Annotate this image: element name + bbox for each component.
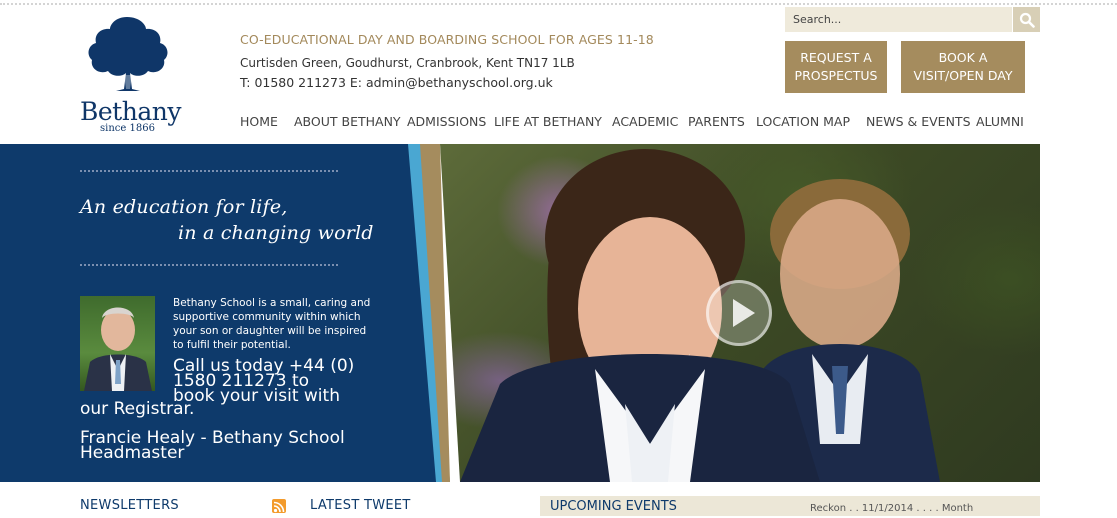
- call-us-text: Call us today +44 (0) 1580 211273 to boo…: [173, 358, 373, 406]
- school-intro-text: Bethany School is a small, caring and su…: [173, 297, 371, 351]
- school-tagline: CO-EDUCATIONAL DAY AND BOARDING SCHOOL F…: [240, 32, 654, 47]
- brand-since: since 1866: [100, 123, 155, 134]
- nav-item-news-events[interactable]: NEWS & EVENTS: [866, 114, 971, 129]
- motto-bottom-rule: [80, 264, 338, 266]
- nav-item-about-bethany[interactable]: ABOUT BETHANY: [294, 114, 401, 129]
- tree-emblem-icon: [88, 17, 168, 91]
- top-dotted-rule: [0, 3, 1117, 5]
- book-visit-button[interactable]: BOOK A VISIT/OPEN DAY: [901, 41, 1025, 93]
- call-line: our Registrar.: [80, 399, 195, 419]
- motto-line-2: in a changing world: [178, 222, 374, 244]
- hero-divider-stripes: [408, 144, 460, 482]
- cta-line: PROSPECTUS: [794, 68, 878, 83]
- play-icon[interactable]: [706, 280, 772, 346]
- brand-name: Bethany: [80, 97, 181, 126]
- cta-line: VISIT/OPEN DAY: [913, 68, 1013, 83]
- headmaster-caption: Francie Healy - Bethany School Headmaste…: [80, 430, 400, 463]
- latest-tweet-heading: LATEST TWEET: [310, 498, 411, 513]
- cta-line: BOOK A: [938, 50, 988, 65]
- nav-item-academic[interactable]: ACADEMIC: [612, 114, 678, 129]
- nav-item-location-map[interactable]: LOCATION MAP: [756, 114, 850, 129]
- search-icon: [1019, 12, 1035, 28]
- rss-icon[interactable]: [272, 499, 286, 513]
- nav-item-life-at-bethany[interactable]: LIFE AT BETHANY: [494, 114, 602, 129]
- headmaster-title: Headmaster: [80, 443, 185, 463]
- main-nav: HOME ABOUT BETHANY ADMISSIONS LIFE AT BE…: [240, 114, 1100, 130]
- nav-item-alumni[interactable]: ALUMNI: [976, 114, 1024, 129]
- school-address: Curtisden Green, Goudhurst, Cranbrook, K…: [240, 56, 575, 70]
- cta-line: REQUEST A: [800, 50, 872, 65]
- school-contact: T: 01580 211273 E: admin@bethanyschool.o…: [240, 75, 553, 90]
- search-input[interactable]: [785, 7, 1012, 32]
- nav-item-parents[interactable]: PARENTS: [688, 114, 745, 129]
- request-prospectus-button[interactable]: REQUEST A PROSPECTUS: [785, 41, 887, 93]
- headmaster-portrait: [84, 307, 152, 391]
- school-logo[interactable]: Bethany since 1866: [80, 15, 181, 135]
- hero-banner: An education for life, in a changing wor…: [0, 144, 1040, 482]
- motto-top-rule: [80, 170, 338, 172]
- newsletters-heading[interactable]: NEWSLETTERS: [80, 498, 179, 513]
- motto-line-1: An education for life,: [80, 196, 288, 218]
- nav-item-home[interactable]: HOME: [240, 114, 278, 129]
- search-button[interactable]: [1013, 7, 1040, 32]
- call-line: book your visit with: [173, 386, 340, 406]
- headmaster-photo: [80, 296, 155, 391]
- nav-item-admissions[interactable]: ADMISSIONS: [407, 114, 486, 129]
- upcoming-events-heading: UPCOMING EVENTS: [550, 499, 677, 514]
